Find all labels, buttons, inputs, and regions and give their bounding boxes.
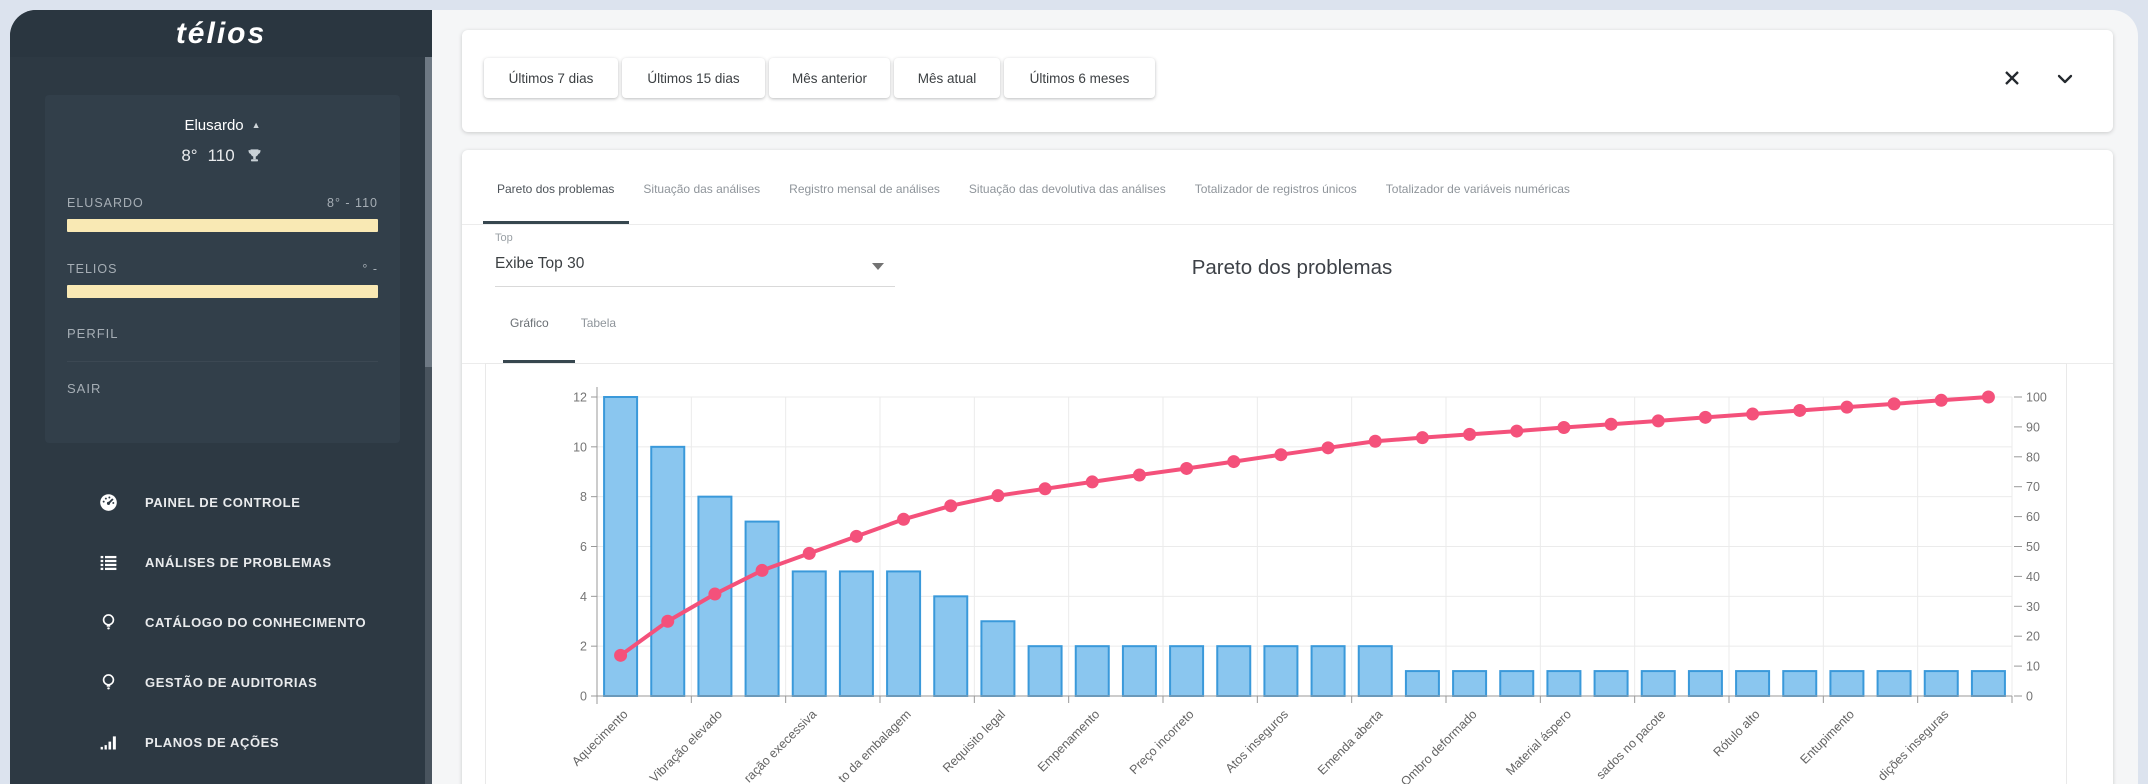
sidebar-item-analises-de-problemas[interactable]: ANÁLISES DE PROBLEMAS [10, 532, 432, 592]
trophy-icon [245, 147, 264, 166]
svg-text:6: 6 [580, 540, 587, 554]
progress-bar-telios [67, 285, 378, 298]
profile-card: Elusardo ▲ 8° 110 ELUSARDO 8° - 110 TELIO… [45, 95, 400, 443]
filter-mes-atual-button[interactable]: Mês atual [894, 58, 1000, 98]
svg-text:90: 90 [2026, 420, 2040, 434]
chart-title: Pareto dos problemas [1192, 256, 1393, 280]
profile-rank: 8° [181, 146, 197, 166]
svg-text:Rótulo alto: Rótulo alto [1711, 707, 1763, 759]
sidebar: télios Elusardo ▲ 8° 110 ELUSARDO 8° - 11… [10, 10, 432, 784]
sidebar-item-planos-de-acoes[interactable]: PLANOS DE AÇÕES [10, 712, 432, 772]
tabs-border [462, 224, 2113, 225]
sidebar-item-gestao-de-auditorias[interactable]: GESTÃO DE AUDITORIAS [10, 652, 432, 712]
svg-text:20: 20 [2026, 630, 2040, 644]
svg-text:0: 0 [2026, 690, 2033, 704]
svg-text:Preço incorreto: Preço incorreto [1127, 707, 1197, 777]
telios-logo: télios [176, 17, 266, 51]
svg-text:Empenamento: Empenamento [1035, 707, 1102, 774]
svg-text:50: 50 [2026, 540, 2040, 554]
x-icon[interactable] [2001, 67, 2023, 89]
svg-text:Emenda aberta: Emenda aberta [1315, 707, 1385, 777]
profile-name-row[interactable]: Elusardo ▲ [67, 117, 378, 134]
gauge-icon [98, 492, 119, 513]
tab-totalizador-de-registros-unicos[interactable]: Totalizador de registros únicos [1195, 182, 1357, 196]
tab-registro-mensal-de-analises[interactable]: Registro mensal de análises [789, 182, 940, 196]
chart-bars-icon [98, 732, 119, 753]
progress-bar-elusardo [67, 219, 378, 232]
profile-rank-row: 8° 110 [67, 146, 378, 166]
chevron-down-icon[interactable] [2055, 73, 2075, 87]
bulb-icon [98, 672, 119, 693]
svg-text:to da embalagem: to da embalagem [836, 707, 914, 784]
svg-text:Material áspero: Material áspero [1503, 707, 1574, 778]
svg-text:10: 10 [2026, 660, 2040, 674]
tab-situacao-das-devolutiva-das-analises[interactable]: Situação das devolutiva das análises [969, 182, 1166, 196]
progress-row-telios: TELIOS ° - [67, 262, 378, 276]
view-subtabs: Gráfico Tabela [510, 316, 616, 330]
subtab-tabela[interactable]: Tabela [581, 316, 616, 330]
top-select-value[interactable]: Exibe Top 30 [495, 255, 584, 273]
logo-bar: télios [10, 10, 432, 57]
progress-label: TELIOS [67, 262, 117, 276]
svg-text:40: 40 [2026, 570, 2040, 584]
list-icon [98, 552, 119, 573]
filter-ultimos-7-dias-button[interactable]: Últimos 7 dias [484, 58, 618, 98]
profile-points: 110 [208, 146, 235, 166]
sidebar-item-label: CATÁLOGO DO CONHECIMENTO [145, 615, 366, 630]
progress-value: 8° - 110 [327, 196, 378, 210]
sidebar-scrollbar-thumb[interactable] [425, 57, 432, 367]
sair-link[interactable]: SAIR [67, 381, 378, 396]
svg-text:Atos inseguros: Atos inseguros [1223, 707, 1291, 775]
svg-text:2: 2 [580, 640, 587, 654]
svg-text:12: 12 [573, 391, 587, 405]
svg-text:80: 80 [2026, 450, 2040, 464]
tab-pareto-dos-problemas[interactable]: Pareto dos problemas [497, 182, 614, 196]
svg-text:Vibração elevado: Vibração elevado [647, 707, 725, 784]
svg-text:8: 8 [580, 490, 587, 504]
svg-text:sados no pacote: sados no pacote [1594, 707, 1669, 782]
top-select-label: Top [495, 232, 513, 244]
svg-text:dições inseguras: dições inseguras [1875, 707, 1951, 783]
caret-up-icon[interactable]: ▲ [252, 120, 261, 130]
filter-ultimos-6-meses-button[interactable]: Últimos 6 meses [1004, 58, 1155, 98]
svg-text:100: 100 [2026, 391, 2047, 405]
profile-name: Elusardo [184, 117, 243, 134]
tab-totalizador-de-variaveis-numericas[interactable]: Totalizador de variáveis numéricas [1386, 182, 1570, 196]
progress-row-elusardo: ELUSARDO 8° - 110 [67, 196, 378, 210]
sidebar-item-painel-de-controle[interactable]: PAINEL DE CONTROLE [10, 472, 432, 532]
svg-text:Requisito legal: Requisito legal [940, 707, 1008, 775]
analysis-tabs: Pareto dos problemas Situação das anális… [497, 182, 1570, 196]
sidebar-item-label: ANÁLISES DE PROBLEMAS [145, 555, 332, 570]
top-select-underline [495, 286, 895, 287]
app-window: télios Elusardo▲ 8° 110 ELUSARDO 8° - 11… [10, 10, 2138, 784]
svg-text:30: 30 [2026, 600, 2040, 614]
svg-text:10: 10 [573, 440, 587, 454]
active-tab-underline [483, 221, 629, 224]
svg-text:70: 70 [2026, 480, 2040, 494]
sidebar-item-catalogo-do-conhecimento[interactable]: CATÁLOGO DO CONHECIMENTO [10, 592, 432, 652]
svg-text:Ombro deformado: Ombro deformado [1398, 707, 1480, 784]
progress-value: ° - [362, 262, 378, 276]
pareto-chart[interactable]: 0 2 4 6 8 10 12 0 10 20 30 40 50 60 70 80 90 100 Aquecimen… [486, 364, 2068, 784]
sidebar-item-label: PAINEL DE CONTROLE [145, 495, 301, 510]
svg-text:ração execessiva: ração execessiva [741, 707, 819, 784]
svg-text:Aquecimento: Aquecimento [569, 707, 631, 769]
subtab-grafico[interactable]: Gráfico [510, 316, 549, 330]
perfil-link[interactable]: PERFIL [67, 326, 378, 341]
sidebar-item-label: PLANOS DE AÇÕES [145, 735, 279, 750]
filter-mes-anterior-button[interactable]: Mês anterior [769, 58, 890, 98]
sidebar-item-label: GESTÃO DE AUDITORIAS [145, 675, 317, 690]
svg-text:0: 0 [580, 690, 587, 704]
divider [67, 361, 378, 362]
svg-text:Entupimento: Entupimento [1798, 707, 1858, 767]
progress-label: ELUSARDO [67, 196, 144, 210]
svg-text:60: 60 [2026, 510, 2040, 524]
pareto-chart-container: 0 2 4 6 8 10 12 0 10 20 30 40 50 60 70 80 90 100 Aquecimen… [485, 363, 2067, 784]
tab-situacao-das-analises[interactable]: Situação das análises [643, 182, 760, 196]
caret-down-icon[interactable] [872, 263, 884, 270]
filter-ultimos-15-dias-button[interactable]: Últimos 15 dias [622, 58, 765, 98]
sidebar-menu: PAINEL DE CONTROLE ANÁLISES DE PROBLEMAS [10, 472, 432, 772]
svg-text:4: 4 [580, 590, 587, 604]
bulb-icon [98, 612, 119, 633]
